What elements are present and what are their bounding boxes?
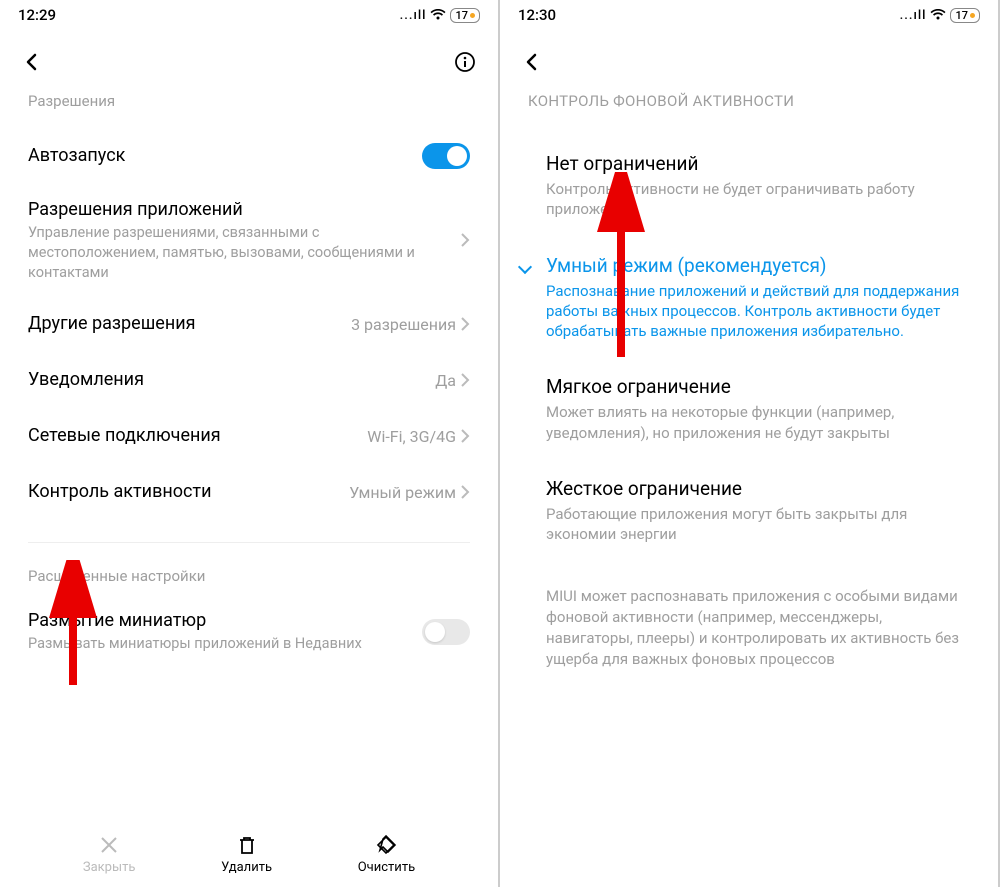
row-notifications-label: Уведомления [28,368,144,391]
delete-button[interactable]: Удалить [221,834,272,875]
status-bar: 12:30 ...ıll 17 [500,0,998,30]
signal-icon: ...ıll [400,8,427,23]
info-button[interactable] [454,51,476,73]
phone-screen-background-activity: 12:30 ...ıll 17 КОНТРОЛЬ ФОНОВОЙ АКТИВНО… [500,0,1000,887]
row-autostart[interactable]: Автозапуск [0,128,498,184]
status-right: ...ıll 17 [400,8,480,23]
option-soft-restriction-title: Мягкое ограничение [546,375,970,398]
status-right: ...ıll 17 [900,8,980,23]
row-network[interactable]: Сетевые подключения Wi-Fi, 3G/4G [0,408,498,464]
chevron-right-icon [460,372,470,388]
row-app-permissions[interactable]: Разрешения приложений Управление разреше… [0,184,498,296]
row-blur-desc: Размывать миниатюры приложений в Недавни… [28,634,410,654]
chevron-right-icon [460,428,470,444]
row-network-label: Сетевые подключения [28,424,355,447]
option-smart-mode-desc: Распознавание приложений и действий для … [546,281,970,342]
row-autostart-label: Автозапуск [28,144,125,167]
top-bar [0,30,498,84]
option-hard-restriction-title: Жесткое ограничение [546,477,970,500]
back-button[interactable] [22,52,42,72]
close-button[interactable]: Закрыть [83,834,136,875]
option-soft-restriction[interactable]: Мягкое ограничение Может влиять на некот… [500,359,998,461]
row-other-permissions[interactable]: Другие разрешения 3 разрешения [0,296,498,352]
battery-icon: 17 [950,8,980,23]
close-icon [98,834,120,856]
signal-icon: ...ıll [900,8,927,23]
toggle-autostart[interactable] [422,143,470,169]
clear-button[interactable]: Очистить [358,834,415,875]
option-no-restrictions-desc: Контроль активности не будет ограничиват… [546,179,970,220]
chevron-right-icon [460,316,470,332]
row-app-permissions-label: Разрешения приложений [28,198,448,221]
section-header-bg-activity: КОНТРОЛЬ ФОНОВОЙ АКТИВНОСТИ [500,84,998,136]
battery-icon: 17 [450,8,480,23]
top-bar [500,30,998,84]
option-smart-mode-title: Умный режим (рекомендуется) [546,254,970,277]
row-notifications-value: Да [435,371,456,390]
wifi-icon [930,9,946,21]
row-other-permissions-label: Другие разрешения [28,312,195,335]
option-no-restrictions-title: Нет ограничений [546,152,970,175]
eraser-icon [375,834,397,856]
row-app-permissions-desc: Управление разрешениями, связанными с ме… [28,223,448,282]
row-notifications[interactable]: Уведомления Да [0,352,498,408]
toggle-blur[interactable] [422,619,470,645]
section-header-advanced: Расширенные настройки [0,551,498,595]
option-smart-mode[interactable]: Умный режим (рекомендуется) Распознавани… [500,238,998,360]
row-blur-label: Размытие миниатюр [28,609,410,632]
chevron-right-icon [460,232,470,248]
wifi-icon [430,9,446,21]
row-blur-thumbnails[interactable]: Размытие миниатюр Размывать миниатюры пр… [0,595,498,658]
section-header-permissions: Разрешения [0,84,498,128]
bottom-action-bar: Закрыть Удалить Очистить [0,824,498,887]
option-hard-restriction-desc: Работающие приложения могут быть закрыты… [546,504,970,545]
phone-screen-permissions: 12:29 ...ıll 17 Разрешения Автозапуск Ра… [0,0,500,887]
option-hard-restriction[interactable]: Жесткое ограничение Работающие приложени… [500,461,998,563]
chevron-right-icon [460,484,470,500]
row-activity-control-value: Умный режим [349,483,456,502]
divider [28,542,470,543]
row-activity-control[interactable]: Контроль активности Умный режим [0,464,498,520]
status-time: 12:29 [18,6,56,24]
row-activity-control-label: Контроль активности [28,480,337,503]
option-soft-restriction-desc: Может влиять на некоторые функции (напри… [546,402,970,443]
row-network-value: Wi-Fi, 3G/4G [367,427,456,446]
miui-footnote: MIUI может распознавать приложения с осо… [500,562,998,670]
back-button[interactable] [522,52,542,72]
row-other-permissions-value: 3 разрешения [351,315,456,334]
trash-icon [236,834,258,856]
option-no-restrictions[interactable]: Нет ограничений Контроль активности не б… [500,136,998,238]
status-time: 12:30 [518,6,556,24]
status-bar: 12:29 ...ıll 17 [0,0,498,30]
